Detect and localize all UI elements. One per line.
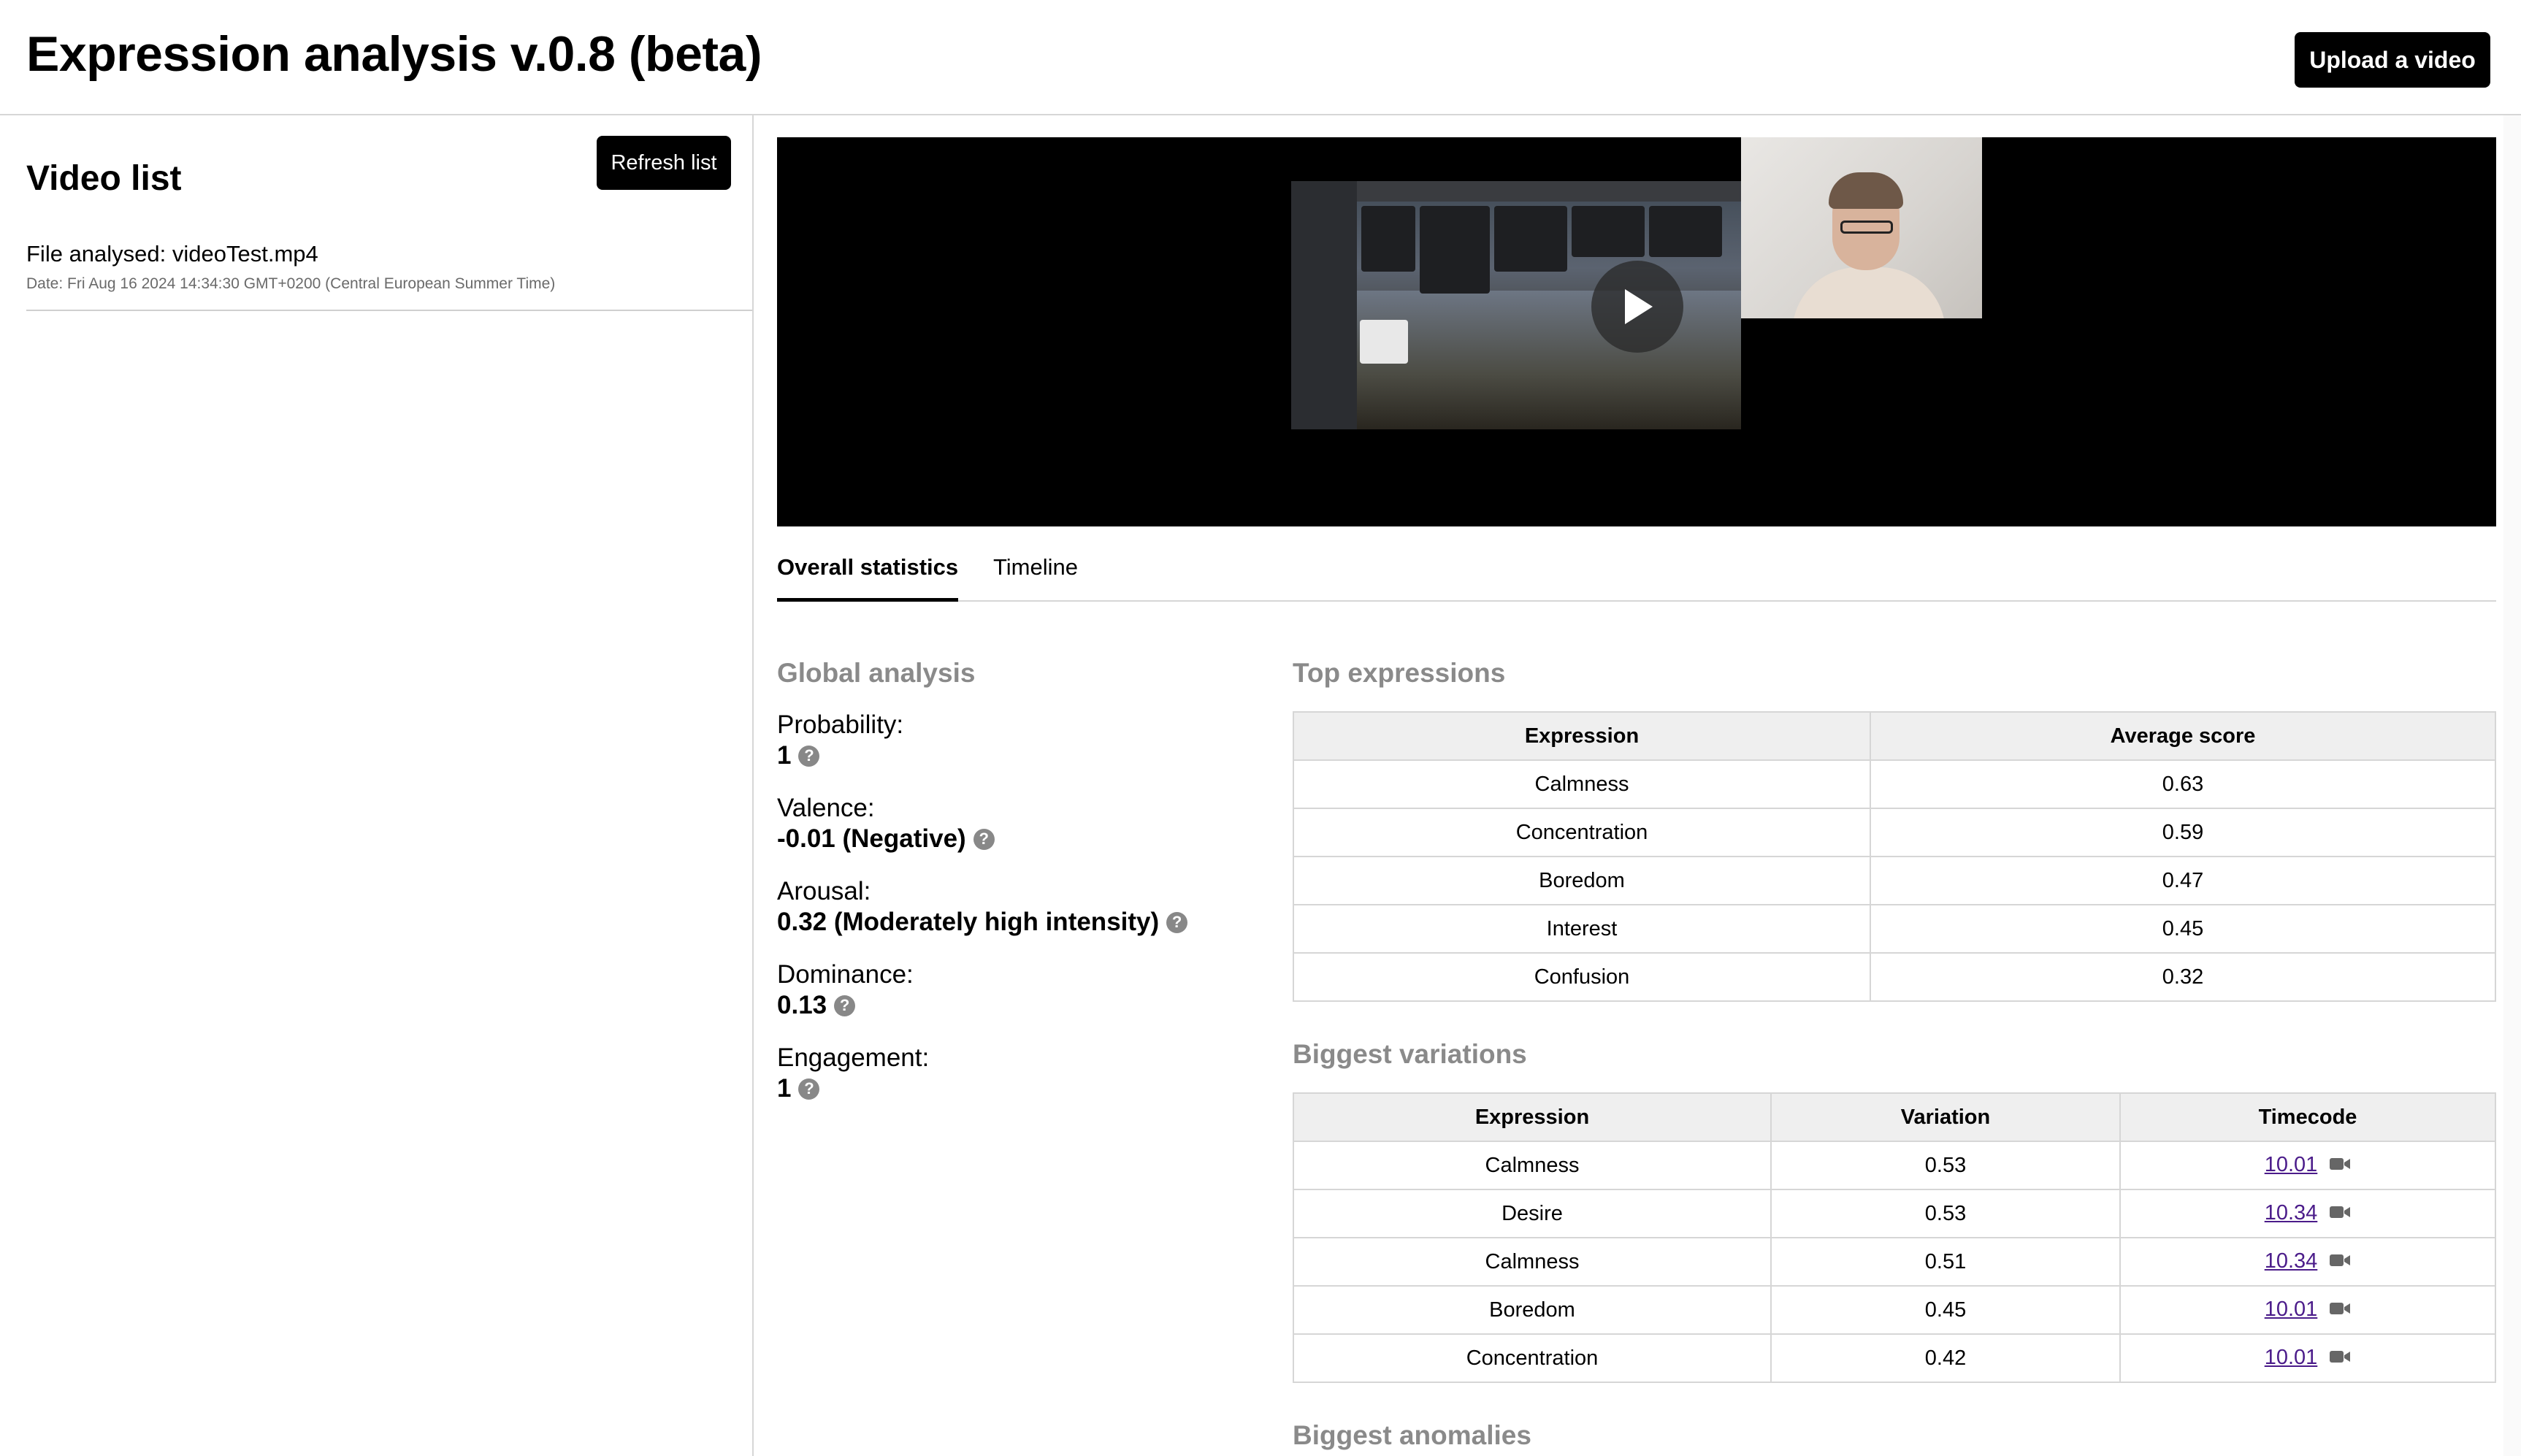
video-camera-icon[interactable] [2329,1202,2351,1226]
expression-cell: Desire [1293,1189,1772,1238]
stat-value: -0.01 (Negative) [777,824,966,853]
video-camera-icon[interactable] [2329,1154,2351,1178]
expression-cell: Boredom [1293,1285,1772,1335]
biggest-variations-table: Expression Variation Timecode Calmness 0… [1293,1092,2496,1383]
app-title: Expression analysis v.0.8 (beta) [26,26,762,82]
table-row: Boredom 0.45 10.01 [1293,1285,2496,1335]
video-list-title: Video list [26,159,182,198]
help-icon[interactable]: ? [834,995,856,1016]
score-cell: 0.45 [1870,904,2496,954]
variation-cell: 0.45 [1770,1285,2121,1335]
timecode-link[interactable]: 10.01 [2265,1346,2318,1369]
expression-cell: Confusion [1293,952,1871,1002]
column-header: Expression [1293,1092,1772,1142]
stat-label: Probability: [777,710,904,739]
table-row: Confusion 0.32 [1293,952,2496,1002]
timecode-link[interactable]: 10.01 [2265,1298,2318,1321]
table-row: Concentration 0.42 10.01 [1293,1333,2496,1383]
stat-dominance: Dominance: 0.13? [777,959,914,1021]
column-header: Variation [1770,1092,2121,1142]
tab-timeline[interactable]: Timeline [993,545,1078,602]
stat-value: 1 [777,1074,792,1103]
help-icon[interactable]: ? [798,1078,820,1100]
video-camera-icon[interactable] [2329,1346,2351,1371]
biggest-variations-title: Biggest variations [1293,1039,1527,1069]
video-camera-icon[interactable] [2329,1298,2351,1322]
stat-label: Engagement: [777,1043,930,1072]
biggest-anomalies-title: Biggest anomalies [1293,1420,1531,1450]
help-icon[interactable]: ? [1166,911,1188,933]
help-icon[interactable]: ? [798,745,820,767]
table-row: Boredom 0.47 [1293,856,2496,905]
app-header: Expression analysis v.0.8 (beta) Upload … [0,0,2521,115]
refresh-list-button[interactable]: Refresh list [597,136,731,190]
video-camera-icon[interactable] [2329,1250,2351,1274]
stat-value: 1 [777,741,792,770]
stat-label: Valence: [777,794,875,822]
table-row: Interest 0.45 [1293,904,2496,954]
video-list-item[interactable]: File analysed: videoTest.mp4 Date: Fri A… [26,240,752,311]
table-row: Calmness 0.51 10.34 [1293,1237,2496,1287]
stat-valence: Valence: -0.01 (Negative)? [777,793,995,854]
table-row: Calmness 0.53 10.01 [1293,1141,2496,1190]
column-header: Average score [1870,711,2496,761]
stat-label: Arousal: [777,877,871,905]
score-cell: 0.47 [1870,856,2496,905]
top-expressions-title: Top expressions [1293,658,1506,688]
stat-value: 0.32 (Moderately high intensity) [777,908,1160,936]
expression-cell: Interest [1293,904,1871,954]
stat-value: 0.13 [777,991,827,1019]
table-row: Desire 0.53 10.34 [1293,1189,2496,1238]
variation-cell: 0.53 [1770,1141,2121,1190]
help-icon[interactable]: ? [973,828,995,850]
table-row: Concentration 0.59 [1293,808,2496,857]
stat-probability: Probability: 1? [777,710,903,771]
global-analysis-title: Global analysis [777,658,976,688]
top-expressions-table: Expression Average score Calmness 0.63 Co… [1293,711,2496,1002]
expression-cell: Calmness [1293,1141,1772,1190]
stat-arousal: Arousal: 0.32 (Moderately high intensity… [777,876,1188,938]
timecode-link[interactable]: 10.34 [2265,1249,2318,1273]
score-cell: 0.32 [1870,952,2496,1002]
column-header: Timecode [2119,1092,2496,1142]
expression-cell: Concentration [1293,808,1871,857]
play-icon[interactable] [1591,261,1683,353]
variation-cell: 0.53 [1770,1189,2121,1238]
webcam-frame [1741,137,1982,318]
variation-cell: 0.51 [1770,1237,2121,1287]
stats-tabs: Overall statistics Timeline [777,545,2496,602]
score-cell: 0.59 [1870,808,2496,857]
tab-overall-statistics[interactable]: Overall statistics [777,545,959,602]
stat-engagement: Engagement: 1? [777,1043,929,1104]
table-row: Calmness 0.63 [1293,759,2496,809]
score-cell: 0.63 [1870,759,2496,809]
timecode-link[interactable]: 10.34 [2265,1201,2318,1225]
expression-cell: Calmness [1293,759,1871,809]
expression-cell: Calmness [1293,1237,1772,1287]
file-name: File analysed: videoTest.mp4 [26,241,318,267]
video-player[interactable] [777,137,2496,526]
expression-cell: Boredom [1293,856,1871,905]
expression-cell: Concentration [1293,1333,1772,1383]
stat-label: Dominance: [777,960,914,989]
page-scrollbar[interactable] [2503,115,2521,1456]
upload-video-button[interactable]: Upload a video [2295,32,2490,88]
variation-cell: 0.42 [1770,1333,2121,1383]
video-list-sidebar: Video list Refresh list File analysed: v… [0,115,754,1456]
column-header: Expression [1293,711,1871,761]
file-date: Date: Fri Aug 16 2024 14:34:30 GMT+0200 … [26,275,556,292]
timecode-link[interactable]: 10.01 [2265,1153,2318,1176]
